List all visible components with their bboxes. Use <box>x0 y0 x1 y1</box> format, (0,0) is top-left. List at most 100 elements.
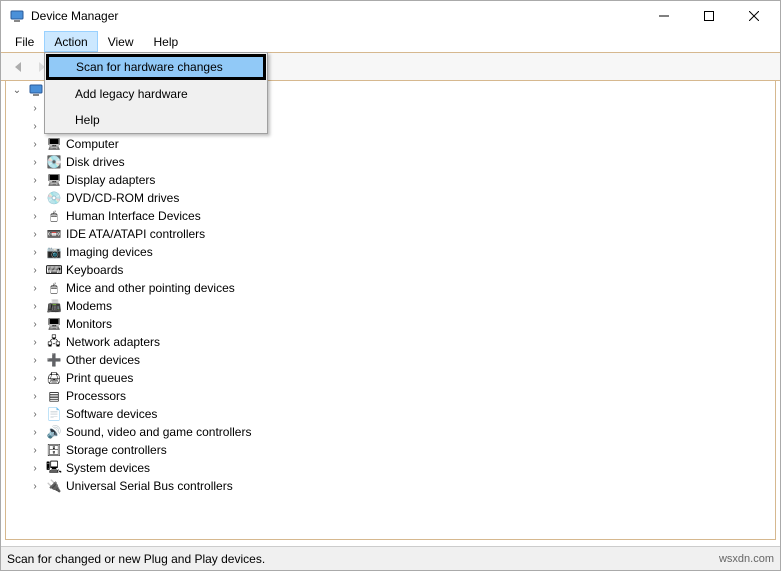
sound-icon: 🔊 <box>46 424 62 440</box>
chevron-right-icon[interactable]: › <box>28 355 42 366</box>
watermark: wsxdn.com <box>719 553 774 565</box>
tree-node[interactable]: › 🖥 Display adapters <box>6 171 775 189</box>
disk-icon: 💽 <box>46 154 62 170</box>
chevron-right-icon[interactable]: › <box>28 445 42 456</box>
node-label: Keyboards <box>66 263 123 277</box>
node-label: Human Interface Devices <box>66 209 201 223</box>
software-icon: 📄 <box>46 406 62 422</box>
monitor-icon: 🖥 <box>46 136 62 152</box>
tree-node[interactable]: ›🖧Network adapters <box>6 333 775 351</box>
titlebar: Device Manager <box>1 1 780 31</box>
node-label: Mice and other pointing devices <box>66 281 235 295</box>
chevron-right-icon[interactable]: › <box>28 427 42 438</box>
mouse-icon: 🖱 <box>46 280 62 296</box>
tree-node[interactable]: › 🔊 Sound, video and game controllers <box>6 423 775 441</box>
node-label: Print queues <box>66 371 133 385</box>
menu-item-scan-hardware[interactable]: Scan for hardware changes <box>46 54 266 80</box>
chevron-right-icon[interactable]: › <box>28 301 42 312</box>
node-label: Computer <box>66 137 119 151</box>
maximize-button[interactable] <box>686 2 731 30</box>
chevron-right-icon[interactable]: › <box>28 193 42 204</box>
statusbar: Scan for changed or new Plug and Play de… <box>1 546 780 570</box>
tree-node[interactable]: › ▤ Processors <box>6 387 775 405</box>
node-label: System devices <box>66 461 150 475</box>
computer-icon <box>28 82 44 98</box>
tree-node[interactable]: › 🖱 Mice and other pointing devices <box>6 279 775 297</box>
close-button[interactable] <box>731 2 776 30</box>
window-controls <box>641 2 776 30</box>
tree-node[interactable]: › 📷 Imaging devices <box>6 243 775 261</box>
chevron-right-icon[interactable]: › <box>28 319 42 330</box>
chevron-right-icon[interactable]: › <box>28 409 42 420</box>
node-label: Disk drives <box>66 155 125 169</box>
chevron-right-icon[interactable]: › <box>28 283 42 294</box>
modem-icon: 📠 <box>46 298 62 314</box>
chevron-right-icon[interactable]: › <box>28 121 42 132</box>
node-label: Sound, video and game controllers <box>66 425 251 439</box>
hid-icon: 🖱 <box>46 208 62 224</box>
ide-icon: 📼 <box>46 226 62 242</box>
chevron-right-icon[interactable]: › <box>28 481 42 492</box>
camera-icon: 📷 <box>46 244 62 260</box>
node-label: Display adapters <box>66 173 155 187</box>
device-tree[interactable]: ⌄ ›🔋Batteries›🟦Bluetooth›🖥Computer›💽Disk… <box>5 81 776 540</box>
menu-file[interactable]: File <box>5 31 44 52</box>
menu-help[interactable]: Help <box>144 31 189 52</box>
usb-icon: 🔌 <box>46 478 62 494</box>
minimize-button[interactable] <box>641 2 686 30</box>
chevron-right-icon[interactable]: › <box>28 265 42 276</box>
tree-node[interactable]: › 🖥 Computer <box>6 135 775 153</box>
menu-item-add-legacy[interactable]: Add legacy hardware <box>45 81 267 107</box>
chevron-right-icon[interactable]: › <box>28 211 42 222</box>
system-icon: 🖳 <box>46 460 62 476</box>
tree-node[interactable]: › 🖳 System devices <box>6 459 775 477</box>
node-label: Processors <box>66 389 126 403</box>
chevron-right-icon[interactable]: › <box>28 391 42 402</box>
storage-icon: 🗄 <box>46 442 62 458</box>
tree-node[interactable]: ›💿DVD/CD-ROM drives <box>6 189 775 207</box>
chevron-right-icon[interactable]: › <box>28 139 42 150</box>
cpu-icon: ▤ <box>46 388 62 404</box>
tree-node[interactable]: › 📠 Modems <box>6 297 775 315</box>
tree-node[interactable]: › 🔌 Universal Serial Bus controllers <box>6 477 775 495</box>
monitor-icon: 🖥 <box>46 172 62 188</box>
tree-node[interactable]: › 📄 Software devices <box>6 405 775 423</box>
node-label: Modems <box>66 299 112 313</box>
node-label: Universal Serial Bus controllers <box>66 479 233 493</box>
chevron-right-icon[interactable]: › <box>28 247 42 258</box>
chevron-right-icon[interactable]: › <box>28 373 42 384</box>
node-label: Other devices <box>66 353 140 367</box>
chevron-right-icon[interactable]: › <box>28 103 42 114</box>
menu-action[interactable]: Action <box>44 31 97 52</box>
keyboard-icon: ⌨ <box>46 262 62 278</box>
tree-node[interactable]: ›➕Other devices <box>6 351 775 369</box>
menu-view[interactable]: View <box>98 31 144 52</box>
tree-node[interactable]: › 🖱 Human Interface Devices <box>6 207 775 225</box>
menu-item-help[interactable]: Help <box>45 107 267 133</box>
chevron-right-icon[interactable]: › <box>28 337 42 348</box>
expander-icon[interactable]: ⌄ <box>10 85 24 96</box>
printer-icon: 🖨 <box>46 370 62 386</box>
menubar: File Action View Help <box>1 31 780 53</box>
chevron-right-icon[interactable]: › <box>28 175 42 186</box>
chevron-right-icon[interactable]: › <box>28 229 42 240</box>
status-text: Scan for changed or new Plug and Play de… <box>7 552 719 566</box>
disc-icon: 💿 <box>46 190 62 206</box>
tree-node[interactable]: › ⌨ Keyboards <box>6 261 775 279</box>
node-label: Storage controllers <box>66 443 167 457</box>
tree-node[interactable]: › 🗄 Storage controllers <box>6 441 775 459</box>
monitor-icon: 🖥 <box>46 316 62 332</box>
network-icon: 🖧 <box>46 334 62 350</box>
tree-node[interactable]: › 🖨 Print queues <box>6 369 775 387</box>
tree-node[interactable]: › 💽 Disk drives <box>6 153 775 171</box>
node-label: Monitors <box>66 317 112 331</box>
tree-node[interactable]: › 🖥 Monitors <box>6 315 775 333</box>
chevron-right-icon[interactable]: › <box>28 157 42 168</box>
back-button[interactable] <box>7 56 29 78</box>
node-label: Imaging devices <box>66 245 153 259</box>
node-label: Software devices <box>66 407 157 421</box>
tree-node[interactable]: ›📼IDE ATA/ATAPI controllers <box>6 225 775 243</box>
chevron-right-icon[interactable]: › <box>28 463 42 474</box>
window-title: Device Manager <box>31 9 641 23</box>
action-menu-dropdown: Scan for hardware changes Add legacy har… <box>44 52 268 134</box>
